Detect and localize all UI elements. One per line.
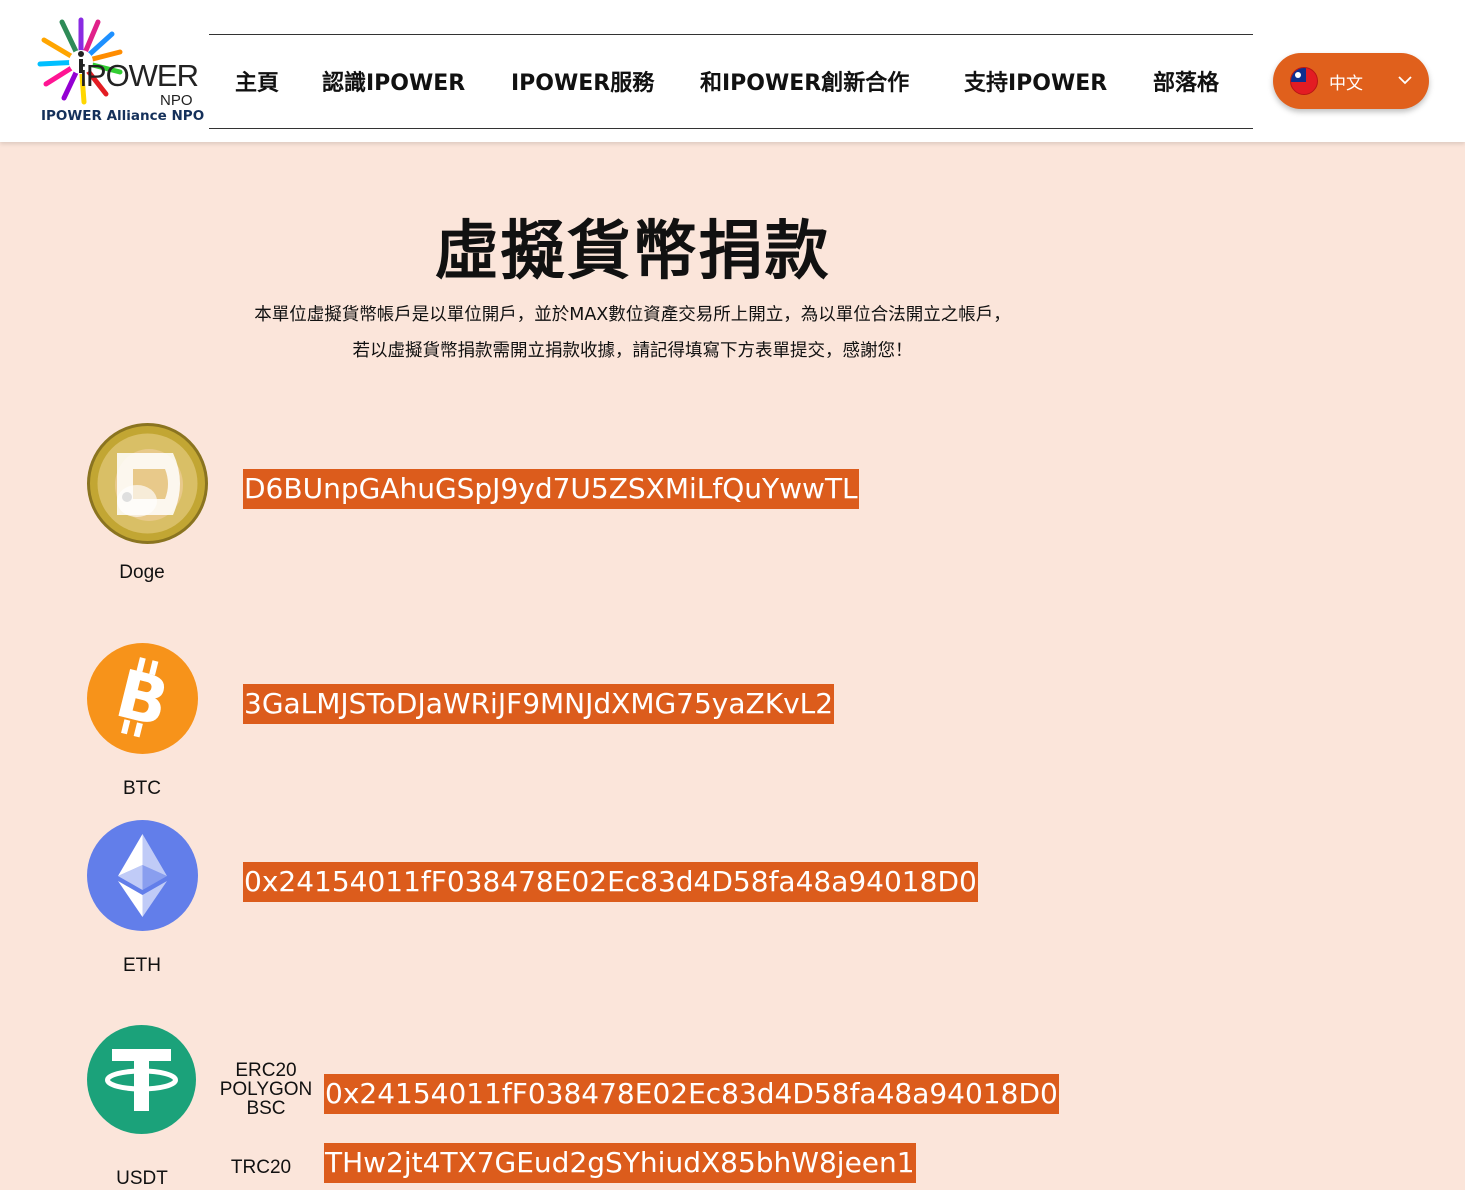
ipower-logo[interactable]: iPOWER NPO IPOWER Alliance NPO (36, 12, 204, 128)
page-title: 虛擬貨幣捐款 (434, 215, 831, 289)
ethereum-icon (87, 820, 198, 931)
btc-address[interactable]: 3GaLMJSToDJaWRiJF9MNJdXMG75yaZKvL2 (243, 684, 835, 724)
logo-subtitle: IPOWER Alliance NPO (41, 108, 205, 124)
language-selector[interactable]: 中文 (1273, 53, 1429, 109)
network-label-line: POLYGON (219, 1079, 313, 1100)
network-label-line: ERC20 (235, 1060, 297, 1081)
taiwan-flag-icon (1290, 67, 1318, 95)
bitcoin-icon: B (87, 643, 198, 754)
nav-item-blog[interactable]: 部落格 (1153, 65, 1219, 97)
usdt-trc20-address[interactable]: THw2jt4TX7GEud2gSYhiudX85bhW8jeen1 (324, 1143, 916, 1183)
network-label-line: TRC20 (230, 1157, 292, 1178)
usdt-erc20-address[interactable]: 0x24154011fF038478E02Ec83d4D58fa48a94018… (324, 1074, 1059, 1114)
logo-npo: NPO (160, 92, 193, 109)
network-label-trc20: TRC20 (206, 1158, 316, 1177)
main-nav: 主頁 認識IPOWER IPOWER服務 和IPOWER創新合作 支持IPOWE… (209, 34, 1253, 129)
site-header: iPOWER NPO IPOWER Alliance NPO 主頁 認識IPOW… (0, 0, 1465, 142)
logo-wordmark: iPOWER (80, 58, 199, 93)
coin-label-btc: BTC (123, 778, 161, 799)
network-label-line: BSC (246, 1098, 286, 1119)
chevron-down-icon (1398, 76, 1412, 85)
intro-line-1: 本單位虛擬貨幣帳戶是以單位開戶，並於MAX數位資產交易所上開立，為以單位合法開立… (254, 305, 1011, 325)
intro-line-2: 若以虛擬貨幣捐款需開立捐款收據，請記得填寫下方表單提交，感謝您！ (352, 341, 913, 361)
eth-address[interactable]: 0x24154011fF038478E02Ec83d4D58fa48a94018… (243, 862, 978, 902)
intro-text: 本單位虛擬貨幣帳戶是以單位開戶，並於MAX數位資產交易所上開立，為以單位合法開立… (0, 297, 1265, 369)
dogecoin-icon (87, 423, 208, 544)
network-label-erc20: ERC20 POLYGON BSC (211, 1061, 321, 1118)
coin-label-eth: ETH (123, 955, 161, 976)
nav-item-about[interactable]: 認識IPOWER (322, 65, 465, 97)
coin-label-usdt: USDT (116, 1168, 168, 1189)
nav-item-collaborate[interactable]: 和IPOWER創新合作 (700, 65, 909, 97)
coin-label-doge: Doge (119, 562, 165, 583)
nav-item-support[interactable]: 支持IPOWER (964, 65, 1107, 97)
language-label: 中文 (1329, 74, 1363, 94)
nav-item-home[interactable]: 主頁 (235, 65, 279, 97)
nav-item-services[interactable]: IPOWER服務 (511, 65, 654, 97)
tether-icon (87, 1025, 196, 1134)
doge-address[interactable]: D6BUnpGAhuGSpJ9yd7U5ZSXMiLfQuYwwTL (243, 469, 859, 509)
